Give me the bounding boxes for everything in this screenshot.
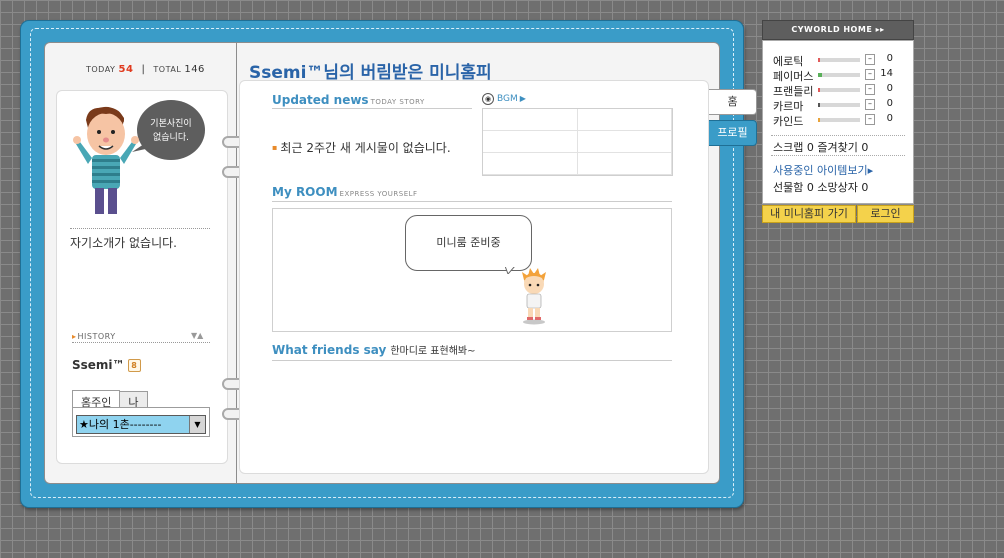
- play-icon[interactable]: ▶: [520, 94, 526, 103]
- stat-bar: [818, 103, 860, 107]
- grid-cell: [577, 131, 672, 153]
- stat-row: 에로틱 – 0: [773, 53, 903, 68]
- panel-divider: [771, 135, 905, 136]
- stat-bar-fill: [818, 118, 821, 122]
- profile-photo[interactable]: 기본사진이 없습니다.: [70, 98, 210, 224]
- friends-say-subtitle: 한마디로 표현해봐~: [390, 346, 476, 357]
- my-room-title: My ROOM: [272, 185, 338, 199]
- photo-grid: [482, 108, 673, 176]
- panel-divider: [771, 155, 905, 156]
- mini-room-bubble: 미니룸 준비중: [405, 215, 532, 271]
- history-label[interactable]: HISTORY: [72, 332, 116, 341]
- minimi-character-icon[interactable]: [520, 268, 548, 326]
- intro-divider: [70, 228, 210, 229]
- stat-value: 14: [880, 68, 893, 79]
- my-room-header: My ROOM EXPRESS YOURSELF: [272, 185, 418, 199]
- friends-select-value: ★나의 1촌--------: [79, 418, 162, 431]
- updated-news-subtitle: TODAY STORY: [370, 98, 425, 106]
- stat-bar: [818, 88, 860, 92]
- total-value: 146: [184, 64, 205, 75]
- grid-cell: [483, 109, 578, 131]
- minus-icon[interactable]: –: [865, 114, 875, 125]
- stat-bar-fill: [818, 58, 821, 62]
- stat-label: 에로틱: [773, 55, 804, 68]
- stat-row: 카르마 – 0: [773, 98, 903, 113]
- stat-bar-fill: [818, 73, 823, 77]
- my-room-divider: [272, 201, 672, 202]
- minus-icon[interactable]: –: [865, 99, 875, 110]
- stat-value: 0: [886, 113, 893, 124]
- today-label: TODAY: [86, 65, 116, 74]
- tab-profile[interactable]: 프로필: [709, 120, 757, 146]
- login-button[interactable]: 로그인: [857, 205, 914, 223]
- items-in-use-link[interactable]: 사용중인 아이템보기▸: [773, 162, 873, 178]
- updated-news-divider: [272, 108, 472, 109]
- bubble-tail-icon: [505, 266, 515, 274]
- counter-divider: |: [141, 64, 146, 75]
- photo-bubble-line1: 기본사진이: [150, 118, 191, 129]
- friends-say-title: What friends say: [272, 343, 387, 357]
- updated-news-title: Updated news: [272, 93, 369, 107]
- stat-bar-fill: [818, 103, 821, 107]
- stat-bar: [818, 58, 860, 62]
- stat-bar-fill: [818, 88, 821, 92]
- stat-bar: [818, 118, 860, 122]
- no-recent-posts: 최근 2주간 새 게시물이 없습니다.: [272, 139, 450, 156]
- stat-value: 0: [886, 98, 893, 109]
- stat-label: 카르마: [773, 100, 804, 113]
- minus-icon[interactable]: –: [865, 69, 875, 80]
- grid-cell: [577, 153, 672, 175]
- gender-icon: 8: [127, 359, 141, 372]
- history-divider: [72, 342, 210, 343]
- grid-cell: [577, 109, 672, 131]
- stat-row: 페이머스 – 14: [773, 68, 903, 83]
- stat-bar: [818, 73, 860, 77]
- tab-home[interactable]: 홈: [709, 89, 757, 115]
- friends-say-divider: [272, 360, 672, 361]
- stat-row: 카인드 – 0: [773, 113, 903, 128]
- self-introduction: 자기소개가 없습니다.: [70, 236, 177, 250]
- my-room-subtitle: EXPRESS YOURSELF: [339, 190, 418, 198]
- photo-bubble-line2: 없습니다.: [153, 132, 189, 143]
- updated-news-header: Updated news TODAY STORY: [272, 93, 425, 107]
- scrap-favorites: 스크랩 0 즐겨찾기 0: [773, 141, 869, 154]
- stat-label: 페이머스: [773, 70, 814, 83]
- friends-select[interactable]: ★나의 1촌-------- ▼: [76, 415, 206, 434]
- owner-name-text: Ssemi™: [72, 358, 125, 372]
- stat-label: 프랜들리: [773, 85, 814, 98]
- my-minihome-button[interactable]: 내 미니홈피 가기: [762, 205, 856, 223]
- visitor-counter: TODAY 54 | TOTAL 146: [86, 64, 205, 75]
- total-label: TOTAL: [153, 65, 182, 74]
- gift-wish-box: 선물함 0 소망상자 0: [773, 181, 869, 194]
- owner-name: Ssemi™ 8: [72, 358, 141, 372]
- default-avatar-icon: 기본사진이 없습니다.: [73, 100, 205, 214]
- bgm-label: BGM: [497, 94, 518, 104]
- stat-value: 0: [886, 83, 893, 94]
- bgm-control[interactable]: ◉ BGM ▶: [482, 93, 526, 105]
- minus-icon[interactable]: –: [865, 54, 875, 65]
- minus-icon[interactable]: –: [865, 84, 875, 95]
- stat-label: 카인드: [773, 115, 804, 128]
- chevron-down-icon[interactable]: ▼: [189, 416, 205, 433]
- grid-cell: [483, 153, 578, 175]
- stat-value: 0: [886, 53, 893, 64]
- history-toggle-icon[interactable]: ▼▲: [191, 331, 203, 340]
- today-value: 54: [118, 64, 134, 75]
- friends-say-header: What friends say 한마디로 표현해봐~: [272, 342, 476, 357]
- cyworld-home-button[interactable]: CYWORLD HOME ▸▸: [762, 20, 914, 40]
- stat-row: 프랜들리 – 0: [773, 83, 903, 98]
- cyworld-stats-panel: 에로틱 – 0 페이머스 – 14 프랜들리 – 0 카르마 – 0 카인드 –…: [762, 40, 914, 204]
- music-disc-icon: ◉: [482, 93, 494, 105]
- grid-cell: [483, 131, 578, 153]
